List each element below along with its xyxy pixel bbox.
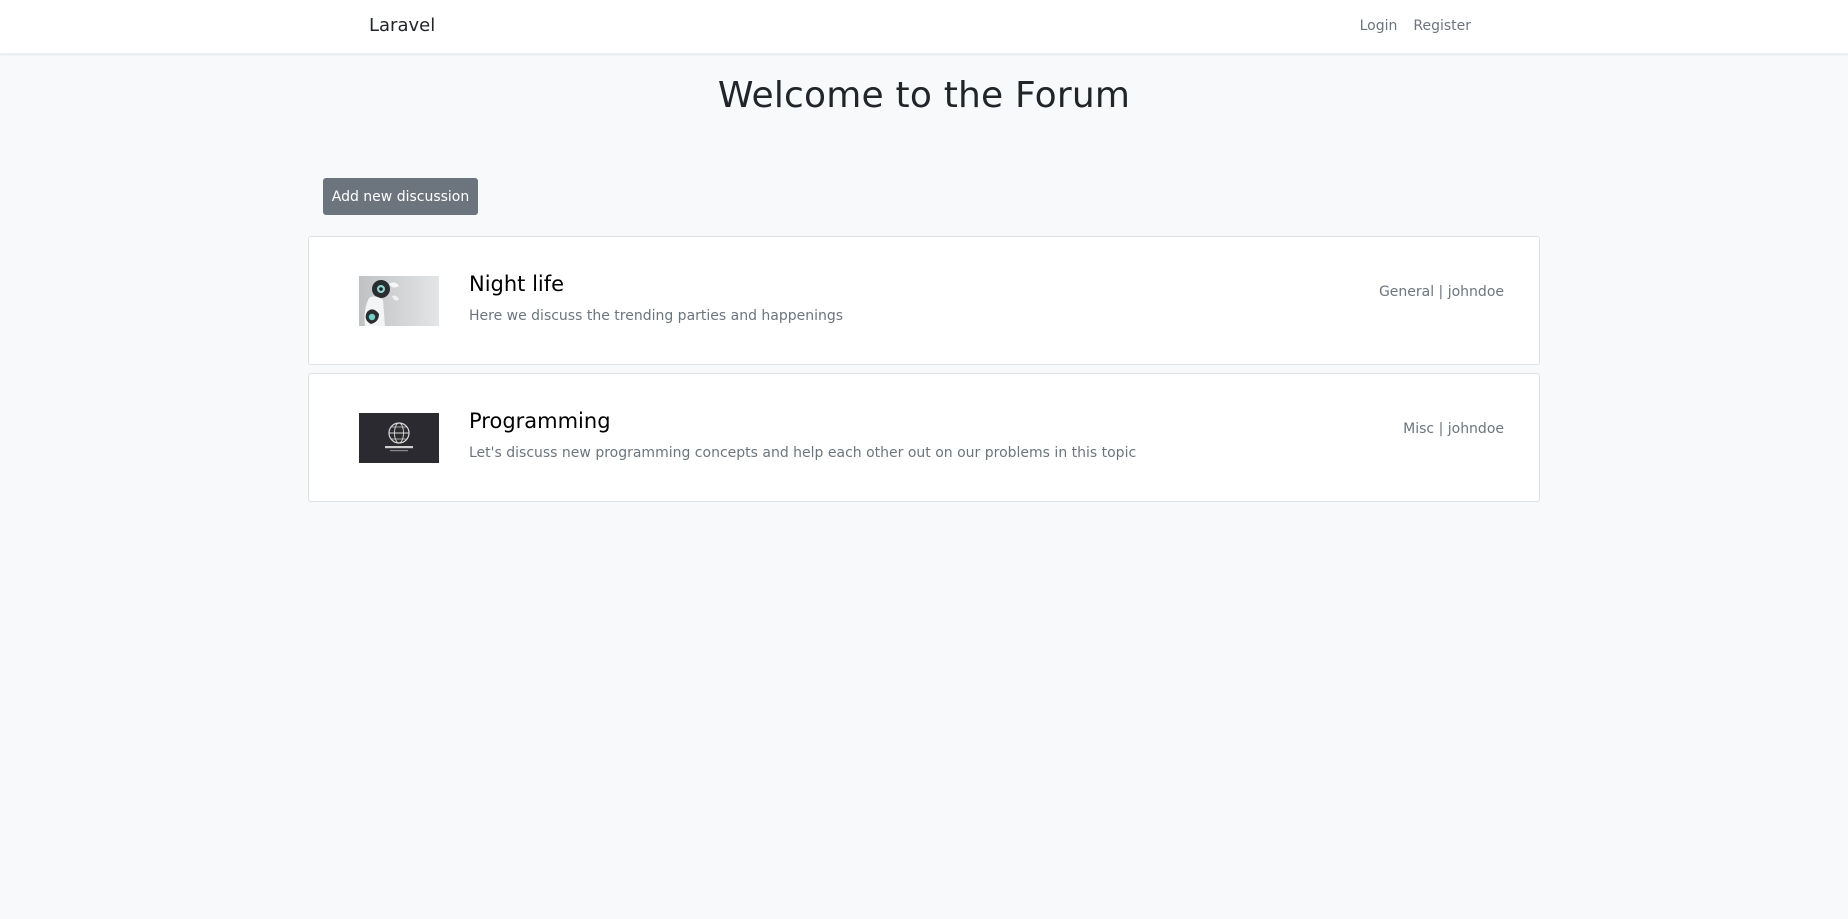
login-link[interactable]: Login xyxy=(1360,18,1398,34)
discussion-card-night-life[interactable]: Night life Here we discuss the trending … xyxy=(308,236,1540,365)
discussion-meta: General | johndoe xyxy=(1378,284,1504,300)
discussion-title[interactable]: Night life xyxy=(469,272,564,296)
discussion-description: Let's discuss new programming concepts a… xyxy=(469,445,1137,461)
nav-links: Login Register xyxy=(1360,18,1471,34)
register-link[interactable]: Register xyxy=(1413,18,1471,34)
discussion-thumbnail xyxy=(359,413,439,463)
discussion-card-programming[interactable]: Programming Let's discuss new programmin… xyxy=(308,373,1540,502)
discussion-description: Here we discuss the trending parties and… xyxy=(469,308,844,324)
add-discussion-button[interactable]: Add new discussion xyxy=(323,178,478,215)
globe-logo-image xyxy=(359,413,439,463)
robot-image xyxy=(359,276,439,326)
brand-link[interactable]: Laravel xyxy=(369,15,435,36)
discussion-meta: Misc | johndoe xyxy=(1403,421,1504,437)
top-navbar: Laravel Login Register xyxy=(0,0,1848,54)
discussion-thumbnail xyxy=(359,276,439,326)
page-title: Welcome to the Forum xyxy=(717,75,1131,116)
discussion-title[interactable]: Programming xyxy=(469,409,611,433)
